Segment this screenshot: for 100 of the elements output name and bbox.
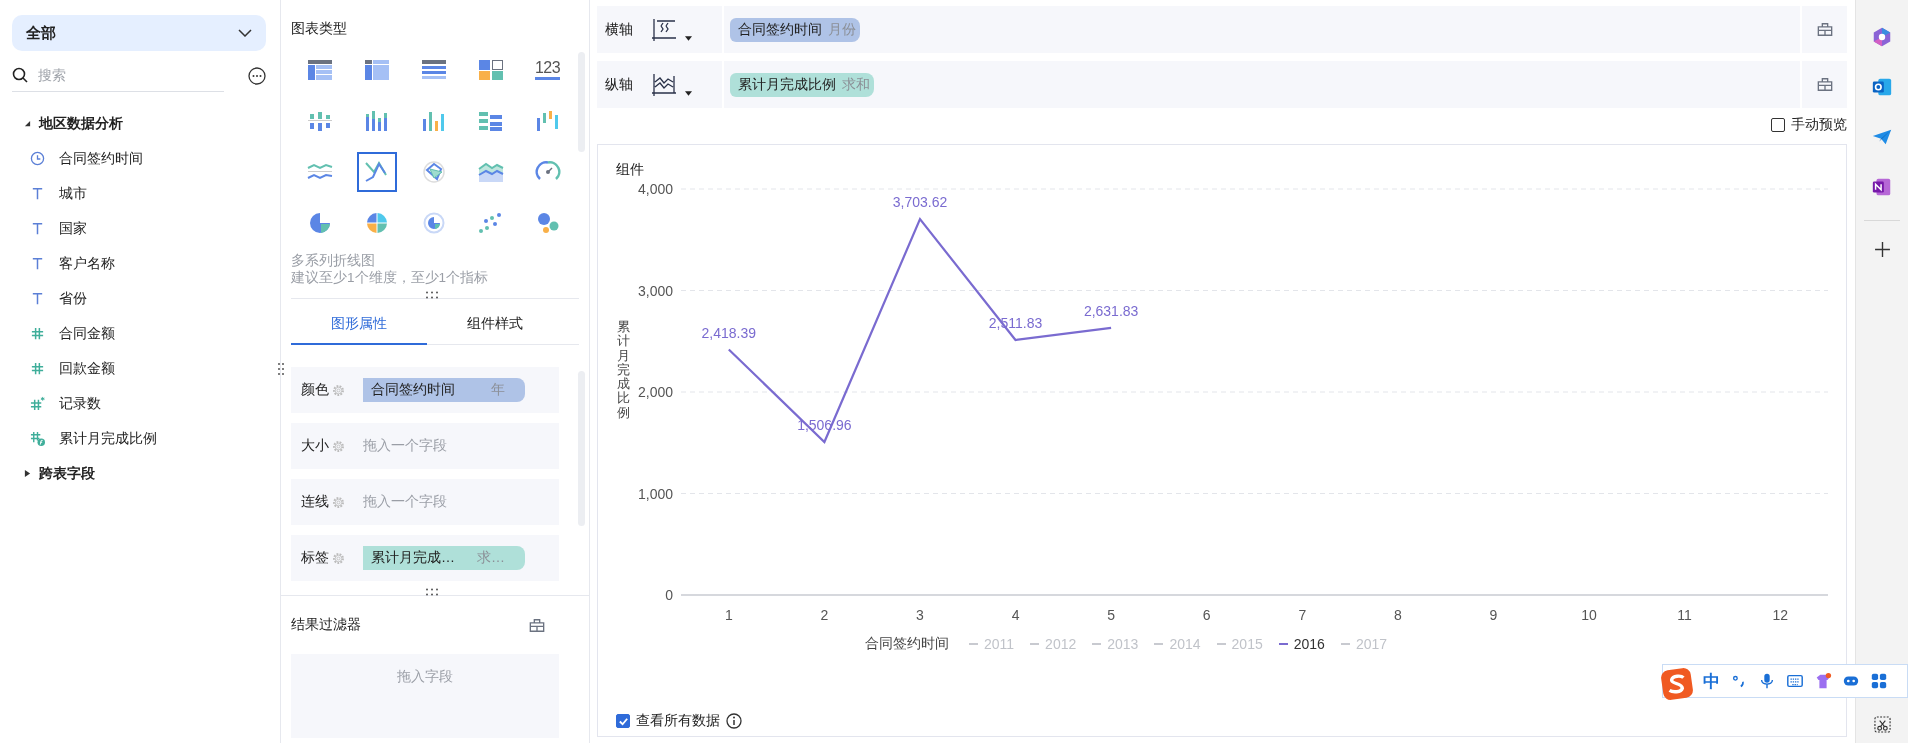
- field-name: 合同签约时间: [371, 381, 455, 399]
- axis-drop-zone[interactable]: 合同签约时间 月份: [724, 6, 1800, 53]
- caret-icon[interactable]: [685, 91, 692, 96]
- checkmark-icon: [617, 715, 629, 727]
- x-tick-label: 4: [1011, 607, 1020, 623]
- property-drop-field[interactable]: 标签 累计月完成… 求…: [291, 535, 559, 581]
- field-item[interactable]: 合同金额: [12, 316, 115, 351]
- calculated-field-icon: [30, 431, 45, 446]
- field-item[interactable]: 国家: [12, 211, 87, 246]
- screenshot-icon[interactable]: [1873, 716, 1891, 733]
- tab[interactable]: 组件样式: [427, 305, 563, 345]
- chart-type-button[interactable]: 123: [527, 49, 568, 90]
- y-axis-icon[interactable]: [651, 72, 677, 97]
- info-icon[interactable]: [726, 713, 742, 729]
- dashboard-grid-icon: [477, 58, 504, 81]
- axis-label: 横轴: [605, 20, 633, 39]
- field-pill[interactable]: 合同签约时间 月份: [730, 17, 860, 42]
- section-title: 图表类型: [291, 20, 347, 38]
- table-icon: [306, 58, 333, 81]
- field-label: 累计月完成比例: [59, 429, 157, 448]
- aggregation-label: 求…: [477, 549, 505, 567]
- multi-line-icon: [363, 160, 390, 183]
- property-drop-field[interactable]: 颜色 合同签约时间 年: [291, 367, 559, 413]
- notebook-app-icon[interactable]: [1871, 176, 1893, 198]
- component-title: 组件: [616, 161, 644, 179]
- collapsed-triangle-icon: [24, 470, 31, 477]
- x-tick-label: 7: [1298, 607, 1307, 623]
- x-tick-label: 10: [1581, 607, 1597, 623]
- field-label: 回款金额: [59, 359, 115, 378]
- hash-icon: [30, 326, 45, 341]
- aggregation-label: 月份: [828, 20, 856, 39]
- tab[interactable]: 图形属性: [291, 305, 427, 345]
- add-icon[interactable]: [1873, 241, 1891, 258]
- chart-type-button[interactable]: [356, 151, 397, 192]
- mail-app-icon[interactable]: [1871, 76, 1893, 98]
- x-tick-label: 5: [1107, 607, 1115, 623]
- section-title: 结果过滤器: [291, 616, 361, 634]
- property-drop-field[interactable]: 连线 拖入一个字段: [291, 479, 559, 525]
- range-bar-icon: [534, 109, 561, 132]
- text-type-icon: [30, 291, 45, 306]
- field-pill[interactable]: 合同签约时间 年: [363, 378, 525, 402]
- toolbox-icon[interactable]: [529, 617, 545, 633]
- y-tick-label: 2,000: [637, 384, 673, 400]
- field-item[interactable]: 省份: [12, 281, 87, 316]
- search-field[interactable]: 搜索: [36, 66, 210, 84]
- apps-grid-icon[interactable]: [1870, 672, 1888, 690]
- checkbox[interactable]: [1771, 118, 1785, 132]
- text-type-icon: [30, 256, 45, 271]
- keyboard-icon[interactable]: [1786, 672, 1804, 690]
- data-label: 2,631.83: [1083, 302, 1139, 319]
- copilot-icon[interactable]: [1871, 26, 1893, 48]
- chart-type-hint: 建议至少1个维度，至少1个指标: [291, 269, 489, 286]
- property-drop-field[interactable]: 大小 拖入一个字段: [291, 423, 559, 469]
- skin-shirt-icon[interactable]: [1814, 672, 1832, 690]
- resize-handle-icon[interactable]: [425, 588, 439, 596]
- ime-logo-icon[interactable]: [1661, 668, 1693, 700]
- toolbox-icon[interactable]: [1816, 77, 1833, 92]
- data-label: 2,418.39: [701, 324, 757, 341]
- field-item[interactable]: 累计月完成比例: [12, 421, 157, 456]
- checkbox-label[interactable]: 查看所有数据: [636, 712, 720, 730]
- field-item[interactable]: 回款金额: [12, 351, 115, 386]
- checkbox[interactable]: [616, 714, 630, 728]
- x-tick-label: 11: [1677, 607, 1692, 623]
- legend-item[interactable]: 2016: [1278, 636, 1325, 652]
- tree-group[interactable]: 地区数据分析: [12, 106, 123, 141]
- cross-table-icon: [363, 58, 390, 81]
- field-label: 合同金额: [59, 324, 115, 343]
- property-label: 连线: [301, 493, 329, 511]
- field-item[interactable]: 合同签约时间: [12, 141, 143, 176]
- data-label: 3,703.62: [892, 194, 948, 211]
- x-tick-label: 12: [1772, 607, 1788, 623]
- clock-icon: [30, 151, 45, 166]
- area-chart-icon: [477, 160, 504, 183]
- caret-icon[interactable]: [685, 36, 692, 41]
- drop-placeholder: 拖入一个字段: [363, 493, 447, 511]
- x-axis-icon[interactable]: [651, 17, 677, 42]
- checkbox-label[interactable]: 手动预览: [1791, 116, 1847, 134]
- field-pill[interactable]: 累计月完成比例 求和: [730, 72, 874, 97]
- drag-handle-icon[interactable]: [277, 362, 285, 376]
- axis-drop-zone[interactable]: 累计月完成比例 求和: [724, 61, 1800, 108]
- text-type-icon: [30, 186, 45, 201]
- stacked-bar-icon: [363, 109, 390, 132]
- y-tick-label: 0: [665, 587, 673, 603]
- field-item[interactable]: 记录数: [12, 386, 101, 421]
- resize-handle-icon[interactable]: [425, 291, 439, 299]
- field-pill[interactable]: 累计月完成… 求…: [363, 546, 525, 570]
- more-icon[interactable]: [248, 66, 266, 85]
- field-label: 省份: [59, 289, 87, 308]
- field-item[interactable]: 城市: [12, 176, 87, 211]
- microphone-icon[interactable]: [1758, 672, 1776, 690]
- input-mode-toggle[interactable]: 中: [1703, 669, 1720, 693]
- scope-dropdown[interactable]: 全部: [12, 15, 266, 51]
- toolbox-icon[interactable]: [1816, 22, 1833, 37]
- y-tick-label: 1,000: [637, 485, 673, 502]
- bar-chart-icon: [306, 109, 333, 132]
- y-axis-title: 累计月完成比例: [617, 320, 630, 421]
- field-item[interactable]: 客户名称: [12, 246, 115, 281]
- tree-group[interactable]: 跨表字段: [12, 456, 95, 491]
- y-tick-label: 4,000: [637, 181, 673, 197]
- detail-table-icon: [420, 58, 447, 81]
